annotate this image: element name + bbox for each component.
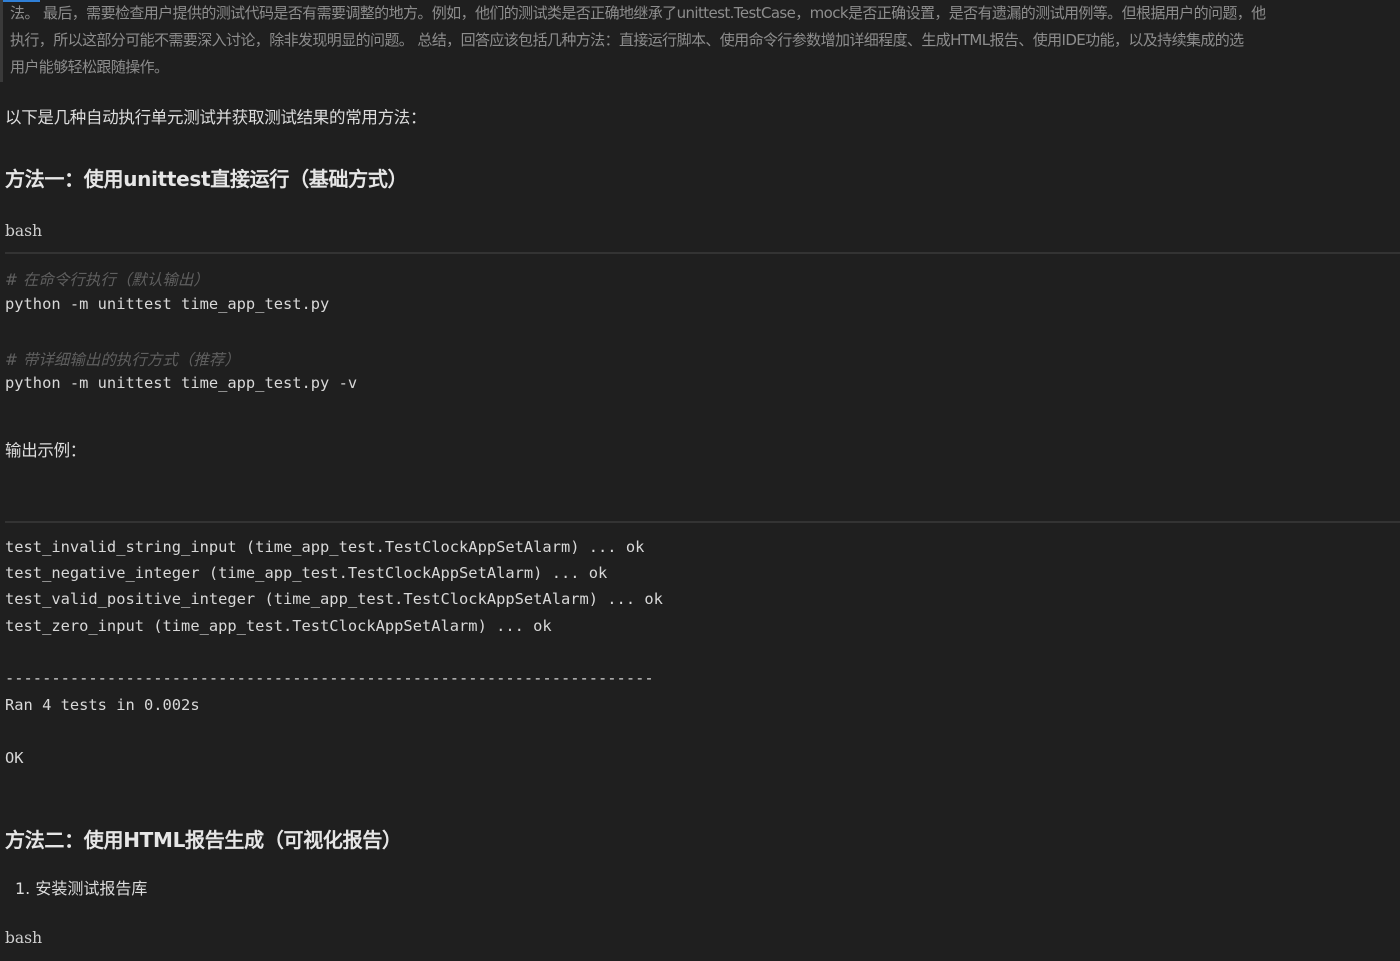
output-line: test_zero_input (time_app_test.TestClock… (5, 617, 552, 635)
output-divider (5, 521, 1400, 523)
code-command: python -m unittest time_app_test.py (5, 295, 330, 313)
thinking-line: 用户能够轻松跟随操作。 (10, 58, 169, 76)
method2-heading: 方法二：使用HTML报告生成（可视化报告） (5, 828, 402, 852)
code-command: python -m unittest time_app_test.py -v (5, 374, 358, 392)
answer-intro: 以下是几种自动执行单元测试并获取测试结果的常用方法： (5, 108, 427, 127)
code-language-label: bash (5, 929, 43, 947)
code-comment: # 在命令行执行（默认输出） (5, 271, 209, 289)
thinking-line: 法。 最后，需要检查用户提供的测试代码是否有需要调整的地方。例如，他们的测试类是… (10, 4, 1266, 22)
output-status: OK (5, 749, 24, 767)
code-divider (5, 252, 1400, 254)
thinking-block: 法。 最后，需要检查用户提供的测试代码是否有需要调整的地方。例如，他们的测试类是… (0, 0, 1400, 82)
output-example-label: 输出示例： (5, 441, 87, 460)
code-language-label: bash (5, 222, 43, 240)
output-line: test_valid_positive_integer (time_app_te… (5, 590, 663, 608)
output-ran-summary: Ran 4 tests in 0.002s (5, 696, 200, 714)
output-line: test_invalid_string_input (time_app_test… (5, 538, 645, 556)
code-comment: # 带详细输出的执行方式（推荐） (5, 351, 240, 369)
output-separator: ----------------------------------------… (5, 669, 654, 687)
list-item: 1. 安装测试报告库 (15, 879, 148, 898)
thinking-line: 执行，所以这部分可能不需要深入讨论，除非发现明显的问题。 总结，回答应该包括几种… (10, 31, 1244, 49)
output-line: test_negative_integer (time_app_test.Tes… (5, 564, 608, 582)
method1-heading: 方法一：使用unittest直接运行（基础方式） (5, 167, 408, 191)
